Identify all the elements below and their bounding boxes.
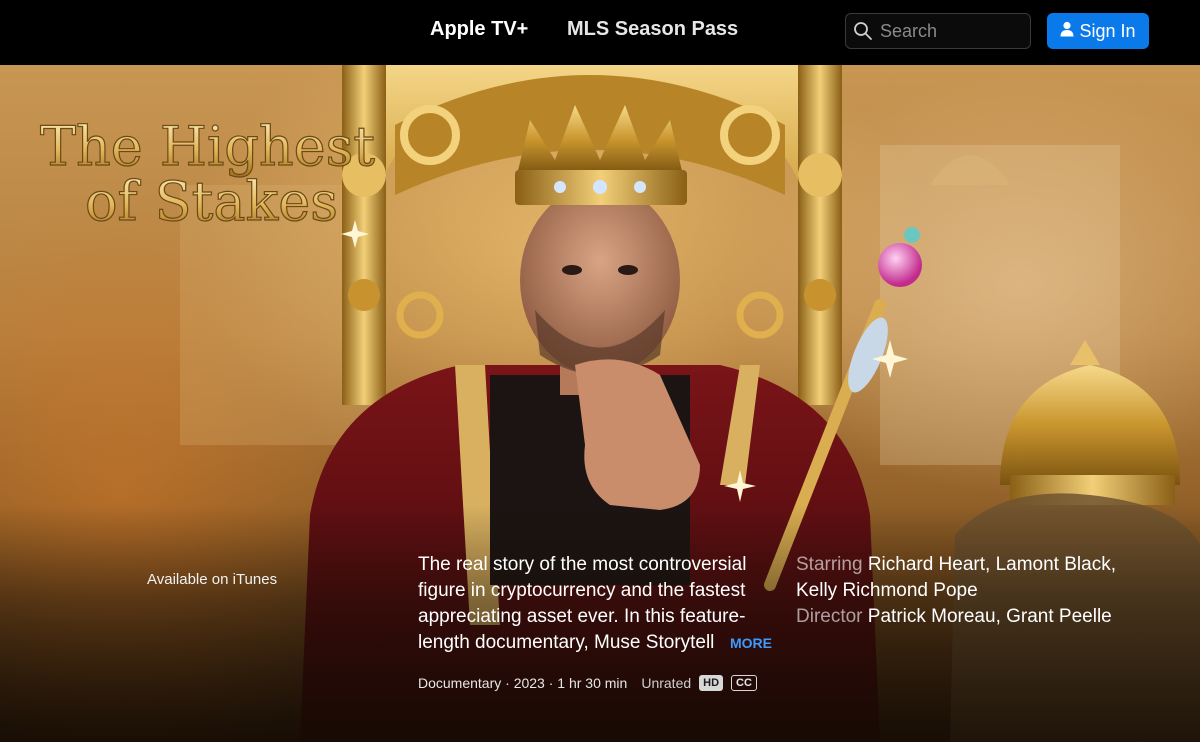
credits: Starring Richard Heart, Lamont Black, Ke… [796, 552, 1156, 630]
search-box[interactable] [845, 13, 1031, 49]
nav-link-mls-season-pass[interactable]: MLS Season Pass [567, 18, 738, 41]
synopsis-line: The real story of the most controversial [418, 554, 747, 575]
synopsis-line: length documentary, Muse Storytell [418, 632, 715, 653]
nav-link-apple-tv[interactable]: Apple TV+ [430, 18, 528, 41]
title-line-1: The Highest [40, 115, 375, 178]
hd-badge: HD [699, 675, 724, 691]
starring-label: Starring [796, 554, 863, 575]
sign-in-button[interactable]: Sign In [1047, 13, 1149, 49]
search-icon [846, 21, 880, 41]
starring-value-cont[interactable]: Kelly Richmond Pope [796, 580, 978, 601]
hero-banner: The Highest of Stakes Available on iTune… [0, 65, 1200, 742]
cc-badge: CC [731, 675, 757, 691]
synopsis-line: figure in cryptocurrency and the fastest [418, 580, 746, 601]
title-line-2: of Stakes [85, 170, 338, 233]
director-value[interactable]: Patrick Moreau, Grant Peelle [868, 606, 1112, 627]
director-label: Director [796, 606, 863, 627]
rating-label: Unrated [641, 675, 692, 691]
synopsis-line: appreciating asset ever. In this feature… [418, 606, 746, 627]
top-nav: Apple TV+ MLS Season Pass Sign In [0, 0, 1200, 65]
synopsis: The real story of the most controversial… [418, 552, 778, 656]
sign-in-label: Sign In [1079, 20, 1136, 41]
more-link[interactable]: MORE [730, 635, 772, 651]
person-icon [1060, 21, 1074, 42]
genre-year-runtime: Documentary · 2023 · 1 hr 30 min [418, 675, 628, 691]
metadata-row: Documentary · 2023 · 1 hr 30 min Unrated… [418, 675, 757, 691]
starring-value[interactable]: Richard Heart, Lamont Black, [868, 554, 1116, 575]
hero-title-logo: The Highest of Stakes [39, 114, 375, 233]
availability-label: Available on iTunes [147, 571, 278, 588]
search-input[interactable] [880, 20, 1020, 42]
